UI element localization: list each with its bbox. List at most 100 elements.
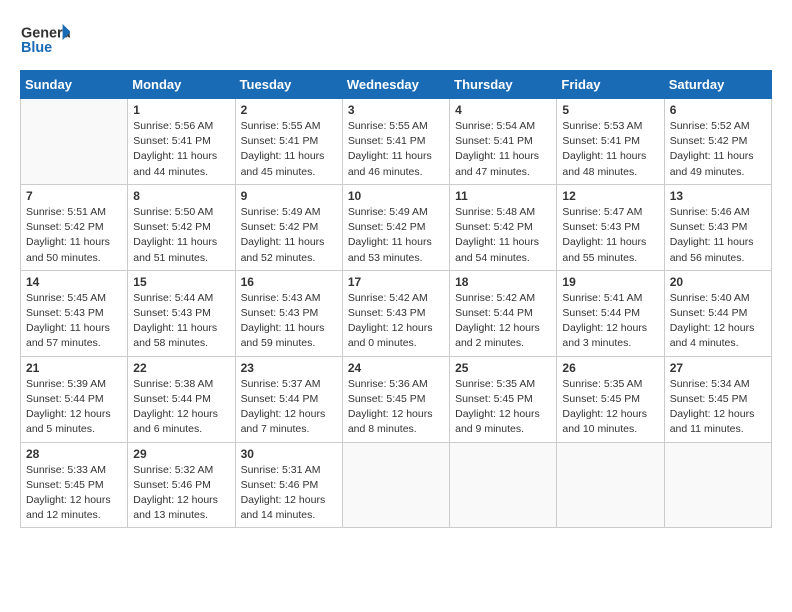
sunset: Sunset: 5:43 PM	[670, 221, 748, 233]
cell-info: Sunrise: 5:56 AM Sunset: 5:41 PM Dayligh…	[133, 119, 229, 180]
day-number: 17	[348, 275, 444, 289]
cell-info: Sunrise: 5:55 AM Sunset: 5:41 PM Dayligh…	[241, 119, 337, 180]
sunrise: Sunrise: 5:34 AM	[670, 378, 750, 390]
sunset: Sunset: 5:41 PM	[133, 135, 211, 147]
calendar-cell	[342, 442, 449, 528]
cell-info: Sunrise: 5:38 AM Sunset: 5:44 PM Dayligh…	[133, 377, 229, 438]
sunrise: Sunrise: 5:44 AM	[133, 292, 213, 304]
daylight: Daylight: 12 hours and 14 minutes.	[241, 494, 326, 521]
sunset: Sunset: 5:42 PM	[455, 221, 533, 233]
sunset: Sunset: 5:44 PM	[562, 307, 640, 319]
weekday-header-monday: Monday	[128, 71, 235, 99]
calendar-cell	[21, 99, 128, 185]
sunset: Sunset: 5:46 PM	[133, 479, 211, 491]
sunrise: Sunrise: 5:42 AM	[455, 292, 535, 304]
sunset: Sunset: 5:42 PM	[348, 221, 426, 233]
day-number: 13	[670, 189, 766, 203]
weekday-header-row: SundayMondayTuesdayWednesdayThursdayFrid…	[21, 71, 772, 99]
sunrise: Sunrise: 5:56 AM	[133, 120, 213, 132]
logo: General Blue	[20, 20, 70, 60]
cell-info: Sunrise: 5:31 AM Sunset: 5:46 PM Dayligh…	[241, 463, 337, 524]
svg-text:Blue: Blue	[21, 40, 52, 56]
calendar-cell: 25 Sunrise: 5:35 AM Sunset: 5:45 PM Dayl…	[450, 356, 557, 442]
calendar-cell: 8 Sunrise: 5:50 AM Sunset: 5:42 PM Dayli…	[128, 184, 235, 270]
calendar-cell: 29 Sunrise: 5:32 AM Sunset: 5:46 PM Dayl…	[128, 442, 235, 528]
sunset: Sunset: 5:44 PM	[670, 307, 748, 319]
calendar-cell: 21 Sunrise: 5:39 AM Sunset: 5:44 PM Dayl…	[21, 356, 128, 442]
cell-info: Sunrise: 5:55 AM Sunset: 5:41 PM Dayligh…	[348, 119, 444, 180]
daylight: Daylight: 11 hours and 45 minutes.	[241, 150, 325, 177]
cell-info: Sunrise: 5:49 AM Sunset: 5:42 PM Dayligh…	[241, 205, 337, 266]
sunrise: Sunrise: 5:40 AM	[670, 292, 750, 304]
sunset: Sunset: 5:45 PM	[562, 393, 640, 405]
day-number: 23	[241, 361, 337, 375]
sunrise: Sunrise: 5:47 AM	[562, 206, 642, 218]
sunrise: Sunrise: 5:35 AM	[562, 378, 642, 390]
week-row-4: 28 Sunrise: 5:33 AM Sunset: 5:45 PM Dayl…	[21, 442, 772, 528]
cell-info: Sunrise: 5:46 AM Sunset: 5:43 PM Dayligh…	[670, 205, 766, 266]
cell-info: Sunrise: 5:41 AM Sunset: 5:44 PM Dayligh…	[562, 291, 658, 352]
calendar-cell	[557, 442, 664, 528]
sunrise: Sunrise: 5:42 AM	[348, 292, 428, 304]
sunrise: Sunrise: 5:46 AM	[670, 206, 750, 218]
calendar-cell: 6 Sunrise: 5:52 AM Sunset: 5:42 PM Dayli…	[664, 99, 771, 185]
calendar-cell: 28 Sunrise: 5:33 AM Sunset: 5:45 PM Dayl…	[21, 442, 128, 528]
daylight: Daylight: 11 hours and 53 minutes.	[348, 236, 432, 263]
cell-info: Sunrise: 5:44 AM Sunset: 5:43 PM Dayligh…	[133, 291, 229, 352]
calendar-table: SundayMondayTuesdayWednesdayThursdayFrid…	[20, 70, 772, 528]
calendar-cell: 16 Sunrise: 5:43 AM Sunset: 5:43 PM Dayl…	[235, 270, 342, 356]
daylight: Daylight: 11 hours and 50 minutes.	[26, 236, 110, 263]
daylight: Daylight: 12 hours and 9 minutes.	[455, 408, 540, 435]
calendar-cell: 4 Sunrise: 5:54 AM Sunset: 5:41 PM Dayli…	[450, 99, 557, 185]
calendar-cell: 17 Sunrise: 5:42 AM Sunset: 5:43 PM Dayl…	[342, 270, 449, 356]
day-number: 2	[241, 103, 337, 117]
day-number: 11	[455, 189, 551, 203]
sunset: Sunset: 5:44 PM	[26, 393, 104, 405]
cell-info: Sunrise: 5:39 AM Sunset: 5:44 PM Dayligh…	[26, 377, 122, 438]
calendar-cell: 3 Sunrise: 5:55 AM Sunset: 5:41 PM Dayli…	[342, 99, 449, 185]
day-number: 30	[241, 447, 337, 461]
cell-info: Sunrise: 5:36 AM Sunset: 5:45 PM Dayligh…	[348, 377, 444, 438]
sunset: Sunset: 5:43 PM	[133, 307, 211, 319]
day-number: 1	[133, 103, 229, 117]
sunset: Sunset: 5:42 PM	[241, 221, 319, 233]
weekday-header-friday: Friday	[557, 71, 664, 99]
sunrise: Sunrise: 5:33 AM	[26, 464, 106, 476]
cell-info: Sunrise: 5:40 AM Sunset: 5:44 PM Dayligh…	[670, 291, 766, 352]
week-row-0: 1 Sunrise: 5:56 AM Sunset: 5:41 PM Dayli…	[21, 99, 772, 185]
calendar-cell: 2 Sunrise: 5:55 AM Sunset: 5:41 PM Dayli…	[235, 99, 342, 185]
calendar-cell: 19 Sunrise: 5:41 AM Sunset: 5:44 PM Dayl…	[557, 270, 664, 356]
sunrise: Sunrise: 5:54 AM	[455, 120, 535, 132]
sunrise: Sunrise: 5:45 AM	[26, 292, 106, 304]
daylight: Daylight: 12 hours and 6 minutes.	[133, 408, 218, 435]
sunset: Sunset: 5:45 PM	[455, 393, 533, 405]
cell-info: Sunrise: 5:47 AM Sunset: 5:43 PM Dayligh…	[562, 205, 658, 266]
calendar-cell: 12 Sunrise: 5:47 AM Sunset: 5:43 PM Dayl…	[557, 184, 664, 270]
sunset: Sunset: 5:42 PM	[133, 221, 211, 233]
daylight: Daylight: 11 hours and 54 minutes.	[455, 236, 539, 263]
calendar-cell: 26 Sunrise: 5:35 AM Sunset: 5:45 PM Dayl…	[557, 356, 664, 442]
daylight: Daylight: 11 hours and 55 minutes.	[562, 236, 646, 263]
daylight: Daylight: 12 hours and 13 minutes.	[133, 494, 218, 521]
cell-info: Sunrise: 5:51 AM Sunset: 5:42 PM Dayligh…	[26, 205, 122, 266]
cell-info: Sunrise: 5:43 AM Sunset: 5:43 PM Dayligh…	[241, 291, 337, 352]
calendar-cell: 20 Sunrise: 5:40 AM Sunset: 5:44 PM Dayl…	[664, 270, 771, 356]
daylight: Daylight: 11 hours and 57 minutes.	[26, 322, 110, 349]
sunrise: Sunrise: 5:43 AM	[241, 292, 321, 304]
sunset: Sunset: 5:45 PM	[26, 479, 104, 491]
day-number: 6	[670, 103, 766, 117]
sunset: Sunset: 5:45 PM	[670, 393, 748, 405]
calendar-cell: 15 Sunrise: 5:44 AM Sunset: 5:43 PM Dayl…	[128, 270, 235, 356]
sunrise: Sunrise: 5:55 AM	[348, 120, 428, 132]
daylight: Daylight: 12 hours and 8 minutes.	[348, 408, 433, 435]
daylight: Daylight: 11 hours and 47 minutes.	[455, 150, 539, 177]
day-number: 19	[562, 275, 658, 289]
page-header: General Blue	[20, 20, 772, 60]
daylight: Daylight: 11 hours and 52 minutes.	[241, 236, 325, 263]
cell-info: Sunrise: 5:52 AM Sunset: 5:42 PM Dayligh…	[670, 119, 766, 180]
daylight: Daylight: 12 hours and 7 minutes.	[241, 408, 326, 435]
day-number: 5	[562, 103, 658, 117]
sunset: Sunset: 5:41 PM	[455, 135, 533, 147]
daylight: Daylight: 12 hours and 11 minutes.	[670, 408, 755, 435]
day-number: 22	[133, 361, 229, 375]
